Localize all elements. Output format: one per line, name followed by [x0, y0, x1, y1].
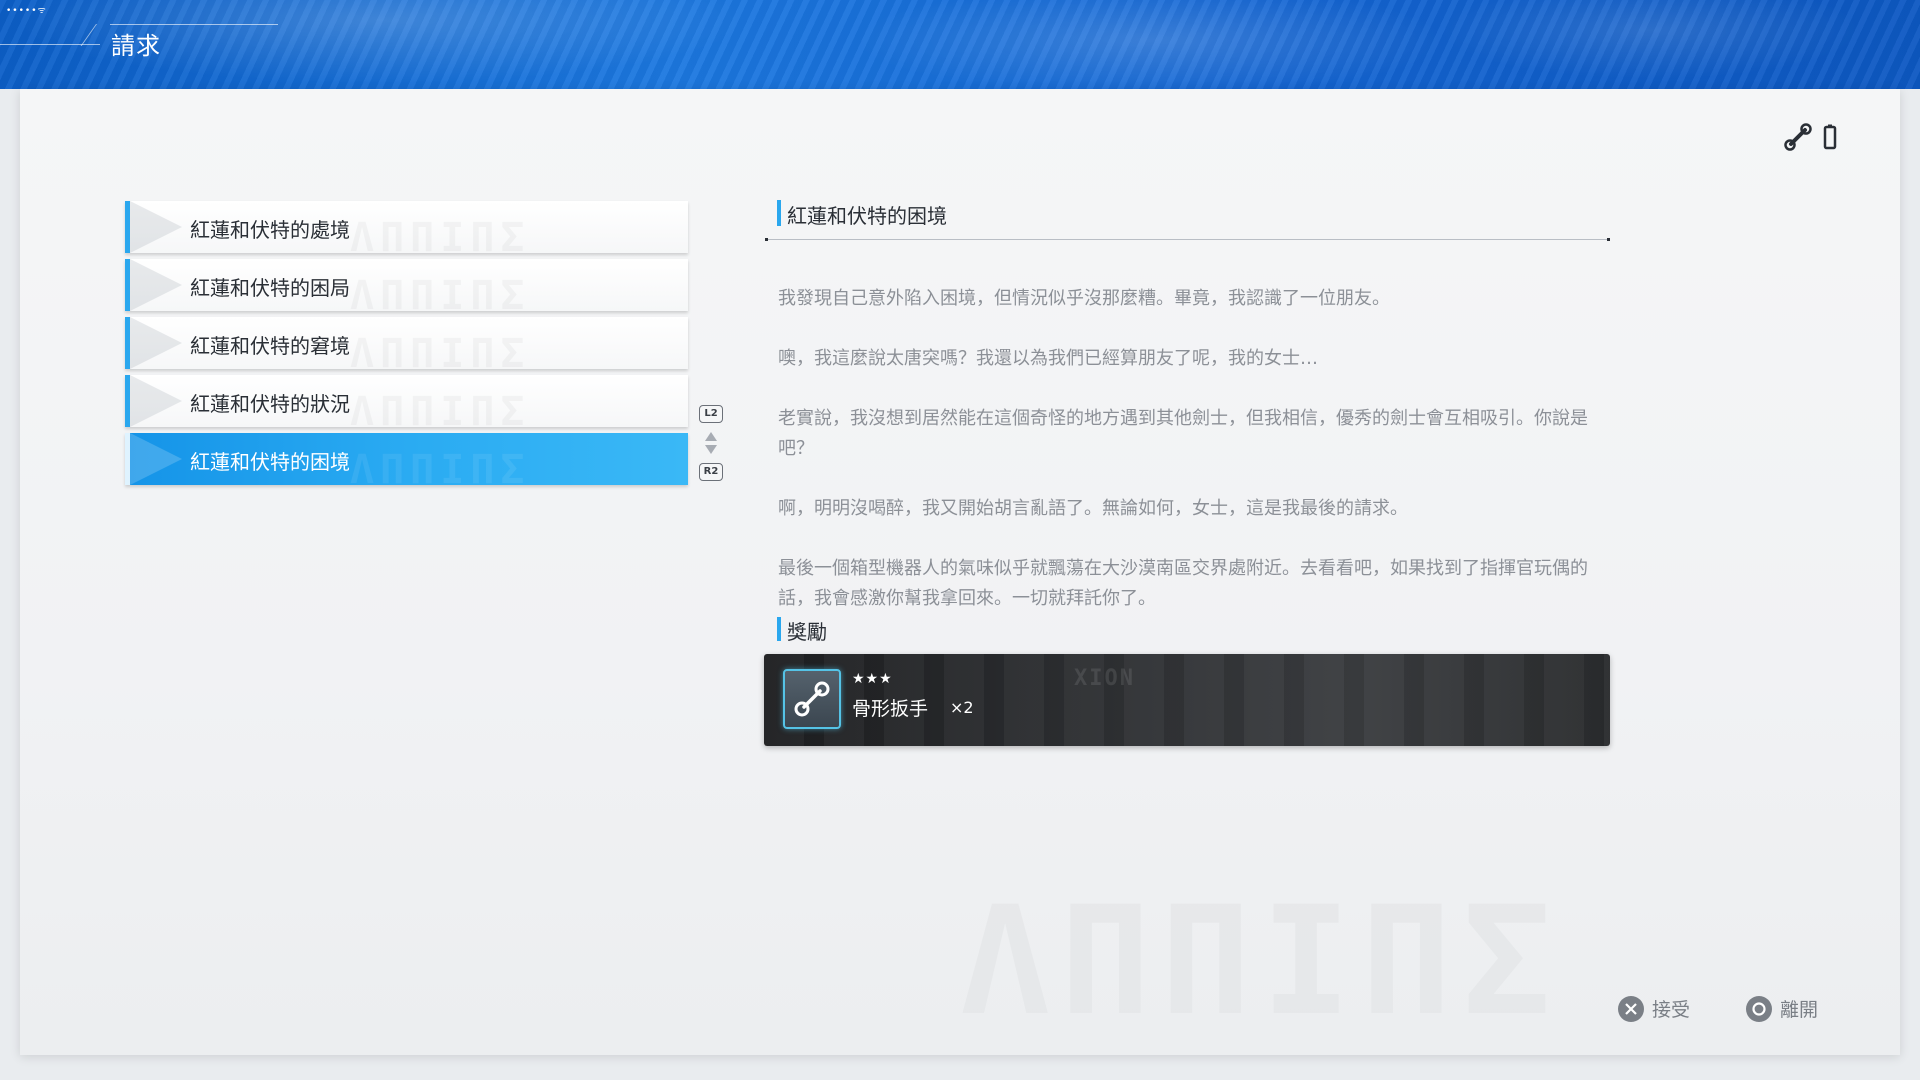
quest-item-2[interactable]: ΛΠΠΙΠΣ 紅蓮和伏特的困局	[125, 259, 688, 311]
reward-item-icon-frame	[783, 669, 841, 729]
quest-item-5-selected[interactable]: ΛΠΠΙΠΣ 紅蓮和伏特的困境	[125, 433, 688, 485]
leave-prompt[interactable]: 離開	[1746, 995, 1818, 1022]
leave-label: 離開	[1780, 999, 1819, 1021]
quest-item-triangle	[130, 317, 182, 369]
reward-item-quantity: ×2	[950, 698, 974, 717]
header-divider-slash	[80, 24, 97, 46]
detail-divider	[765, 238, 1610, 241]
detail-paragraph-3: 老實說，我沒想到居然能在這個奇怪的地方遇到其他劍士，但我相信，優秀的劍士會互相吸…	[778, 408, 1588, 459]
detail-title-accent	[777, 200, 781, 226]
l2-button[interactable]: L2	[699, 405, 723, 423]
circle-button-icon	[1746, 995, 1772, 1022]
detail-paragraph-4: 啊，明明沒喝醉，我又開始胡言亂語了。無論如何，女士，這是我最後的請求。	[778, 498, 1408, 519]
header-divider	[0, 44, 100, 45]
bone-wrench-icon	[794, 681, 830, 717]
reward-title: 獎勵	[787, 620, 827, 644]
quest-item-3[interactable]: ΛΠΠΙΠΣ 紅蓮和伏特的窘境	[125, 317, 688, 369]
wrench-icon	[1784, 123, 1812, 151]
reward-item-name: 骨形扳手	[852, 698, 929, 720]
quest-item-label: 紅蓮和伏特的處境	[190, 218, 350, 242]
top-status-icons	[1783, 122, 1837, 152]
reward-item-card[interactable]: XION ★★★ 骨形扳手 ×2	[764, 654, 1610, 746]
quest-item-label: 紅蓮和伏特的狀況	[190, 392, 350, 416]
accept-prompt[interactable]: 接受	[1618, 995, 1690, 1022]
reward-title-accent	[777, 617, 781, 641]
quest-item-decoration: ΛΠΠΙΠΣ	[350, 215, 531, 253]
quest-item-decoration: ΛΠΠΙΠΣ	[350, 389, 531, 427]
header-divider-top	[110, 24, 278, 25]
signal-indicator: •••••ᯤ	[6, 6, 47, 16]
quest-item-label: 紅蓮和伏特的困局	[190, 276, 350, 300]
quest-list: ΛΠΠΙΠΣ 紅蓮和伏特的處境 ΛΠΠΙΠΣ 紅蓮和伏特的困局 ΛΠΠΙΠΣ 紅…	[125, 201, 688, 491]
quest-item-triangle	[130, 259, 182, 311]
reward-rarity-stars: ★★★	[852, 671, 893, 687]
battery-icon	[1823, 124, 1837, 150]
list-scroll-control: L2 R2	[699, 405, 723, 483]
header-banner: •••••ᯤ 請求	[0, 0, 1920, 89]
background-decoration: ΛΠΠΙΠΣ	[960, 875, 1880, 1015]
quest-item-decoration: ΛΠΠΙΠΣ	[350, 447, 531, 485]
scroll-arrows-icon[interactable]	[704, 431, 718, 455]
detail-paragraph-5: 最後一個箱型機器人的氣味似乎就飄蕩在大沙漠南區交界處附近。去看看吧，如果找到了指…	[778, 558, 1588, 609]
quest-item-triangle	[130, 201, 182, 253]
accept-label: 接受	[1652, 999, 1691, 1021]
quest-item-decoration: ΛΠΠΙΠΣ	[350, 331, 531, 369]
reward-card-decoration: XION	[1074, 666, 1135, 691]
quest-item-label: 紅蓮和伏特的窘境	[190, 334, 350, 358]
detail-paragraph-1: 我發現自己意外陷入困境，但情況似乎沒那麼糟。畢竟，我認識了一位朋友。	[778, 288, 1390, 309]
page-title: 請求	[111, 32, 161, 60]
quest-item-decoration: ΛΠΠΙΠΣ	[350, 273, 531, 311]
detail-paragraph-2: 噢，我這麼說太唐突嗎？我還以為我們已經算朋友了呢，我的女士…	[778, 348, 1318, 369]
quest-item-label: 紅蓮和伏特的困境	[190, 450, 350, 474]
detail-title: 紅蓮和伏特的困境	[787, 204, 947, 228]
quest-item-1[interactable]: ΛΠΠΙΠΣ 紅蓮和伏特的處境	[125, 201, 688, 253]
quest-item-triangle	[130, 433, 182, 485]
quest-item-triangle	[130, 375, 182, 427]
r2-button[interactable]: R2	[699, 463, 723, 481]
quest-item-4[interactable]: ΛΠΠΙΠΣ 紅蓮和伏特的狀況	[125, 375, 688, 427]
cross-button-icon	[1618, 995, 1644, 1022]
